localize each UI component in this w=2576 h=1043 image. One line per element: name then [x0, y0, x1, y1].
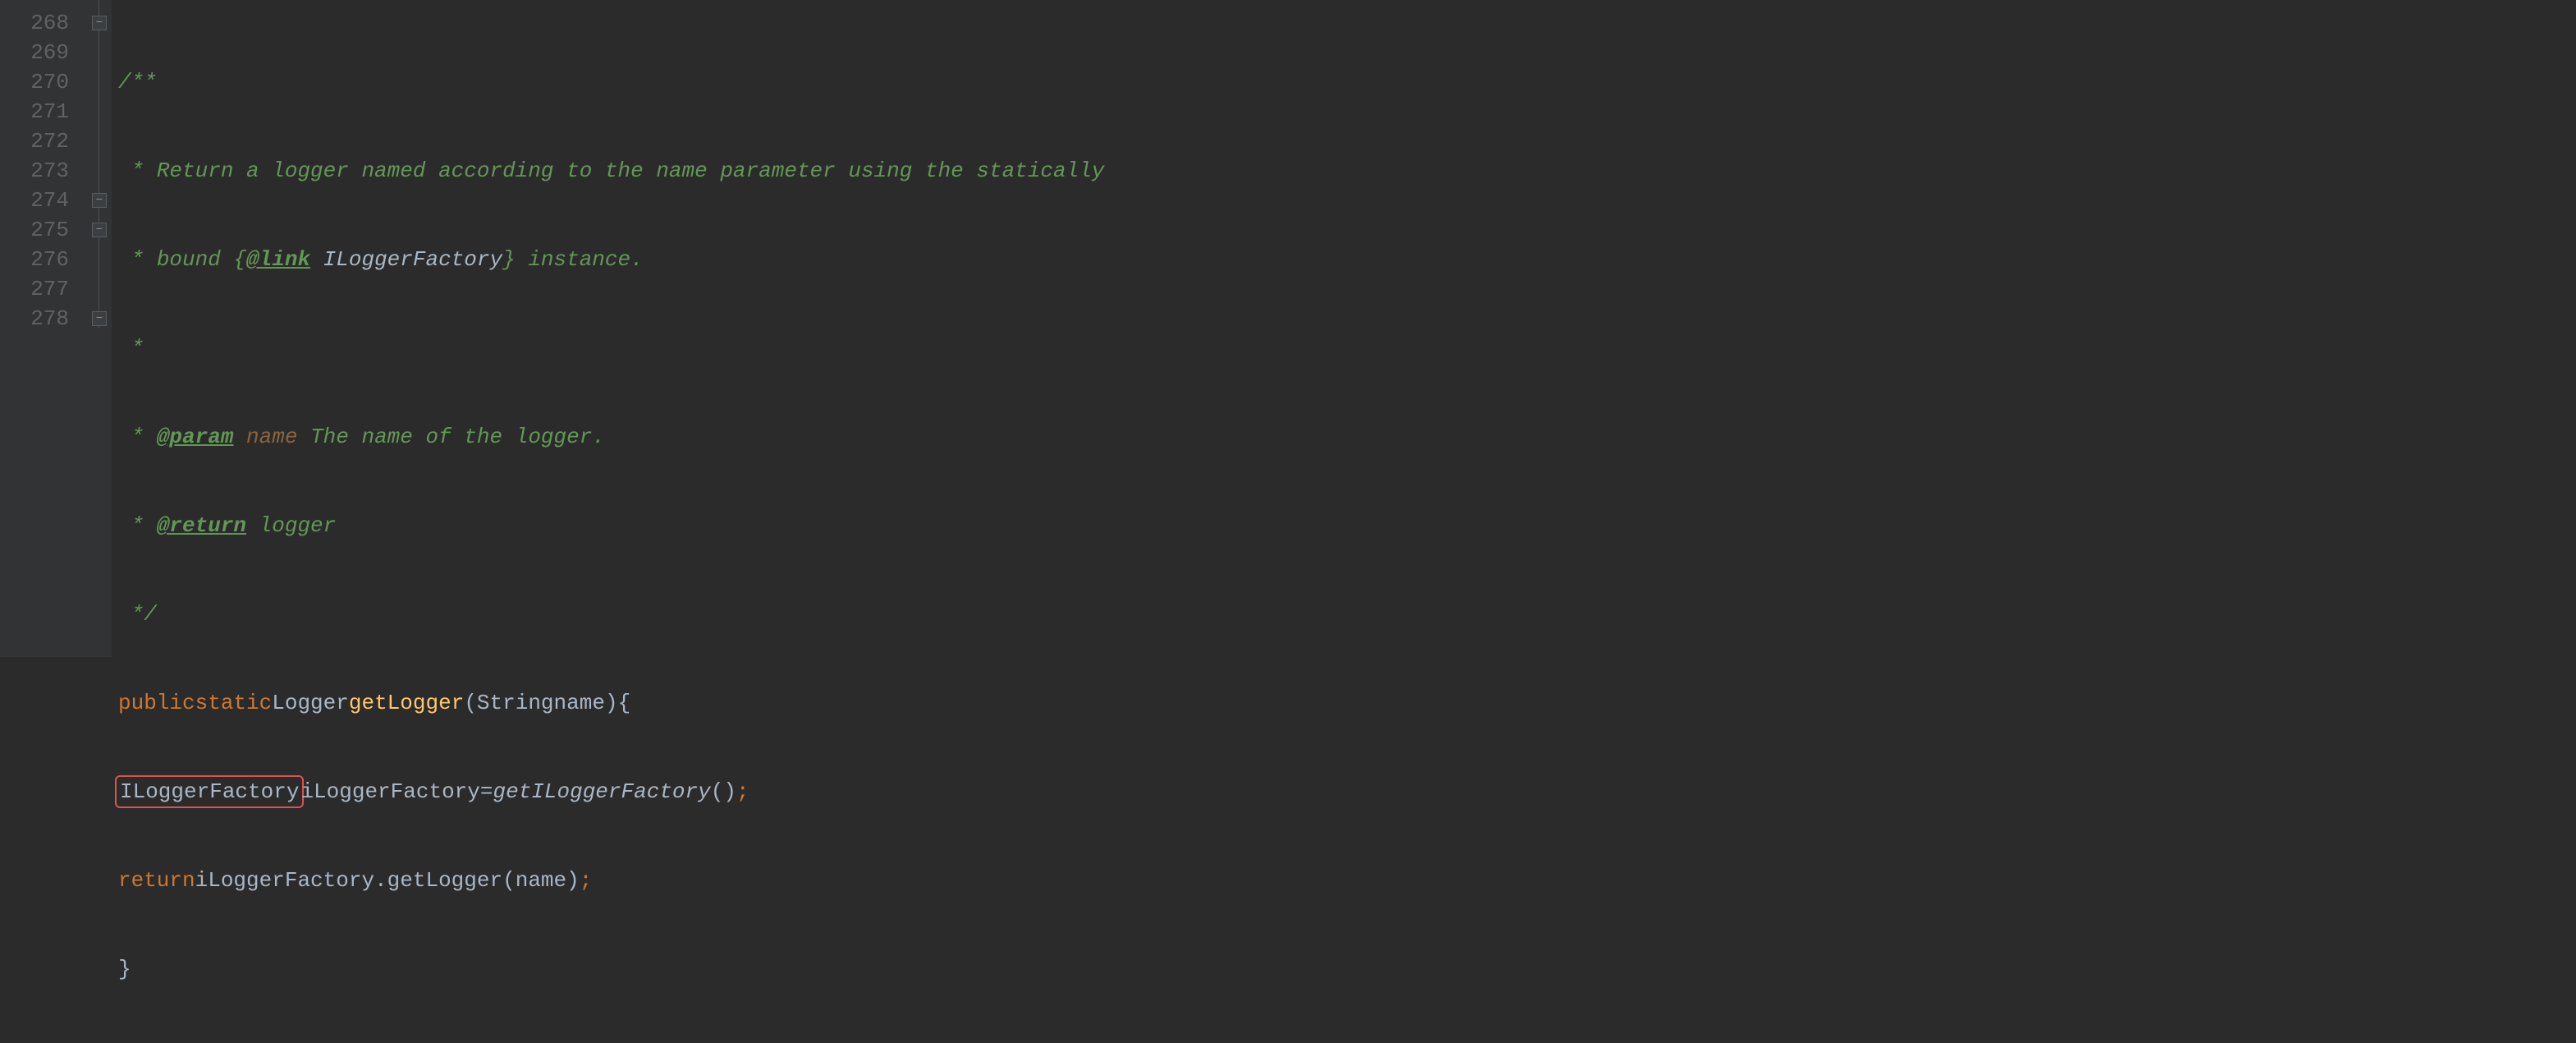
doc-comment-close: */ [118, 600, 157, 629]
line-number[interactable]: 277 [0, 274, 89, 304]
method-call: getLogger [387, 866, 502, 895]
code-line: public static Logger getLogger(String na… [118, 688, 2576, 718]
doc-comment-star: * [118, 333, 144, 363]
code-line: */ [118, 600, 2576, 629]
highlighted-type[interactable]: ILoggerFactory [115, 775, 304, 808]
doc-comment-text: } instance. [502, 245, 644, 274]
method-name: getLogger [349, 688, 464, 718]
doc-comment-open: /** [118, 67, 157, 97]
code-line: * Return a logger named according to the… [118, 156, 2576, 186]
var-ref: iLoggerFactory [195, 866, 374, 895]
line-number[interactable]: 269 [0, 38, 89, 67]
doc-param-tag: @param [157, 422, 234, 452]
doc-link-type: ILoggerFactory [323, 245, 502, 274]
code-line: } [118, 954, 2576, 984]
line-number[interactable]: 271 [0, 97, 89, 126]
line-number[interactable]: 272 [0, 126, 89, 156]
doc-return-tag: @return [157, 511, 246, 540]
code-line: return iLoggerFactory.getLogger(name); [118, 866, 2576, 895]
param-name: name [554, 688, 605, 718]
var-name: iLoggerFactory [300, 777, 479, 806]
static-method-call: getILoggerFactory [493, 777, 710, 806]
param-type: String [477, 688, 554, 718]
var-type: ILoggerFactory [120, 779, 299, 804]
code-line: * @return logger [118, 511, 2576, 540]
line-number[interactable]: 273 [0, 156, 89, 186]
doc-comment-star: * [118, 156, 157, 186]
line-number[interactable]: 274 [0, 186, 89, 215]
code-line: * [118, 333, 2576, 363]
return-type: Logger [272, 688, 349, 718]
arg-ref: name [516, 866, 566, 895]
code-area[interactable]: /** * Return a logger named according to… [112, 0, 2576, 657]
keyword-public: public [118, 688, 195, 718]
doc-comment-text: The name of the logger. [297, 422, 604, 452]
doc-comment-text: Return a logger named according to the n… [157, 156, 1105, 186]
doc-param-name: name [246, 422, 297, 452]
keyword-static: static [195, 688, 273, 718]
doc-comment-star: * [118, 422, 157, 452]
line-number[interactable]: 268 [0, 8, 89, 38]
fold-toggle-icon[interactable]: − [92, 223, 107, 237]
code-line: * bound {@link ILoggerFactory} instance. [118, 245, 2576, 274]
line-number[interactable]: 276 [0, 245, 89, 274]
doc-comment-text: bound { [157, 245, 246, 274]
doc-link-tag: @link [246, 245, 310, 274]
code-line: * @param name The name of the logger. [118, 422, 2576, 452]
code-editor: 268 269 270 271 272 273 274 275 276 277 … [0, 0, 2576, 657]
doc-comment-text: logger [246, 511, 336, 540]
fold-toggle-icon[interactable]: − [92, 311, 107, 326]
fold-toggle-icon[interactable]: − [92, 16, 107, 30]
fold-column: − − − − [89, 0, 112, 657]
line-number[interactable]: 270 [0, 67, 89, 97]
doc-comment-star: * [118, 511, 157, 540]
code-line: /** [118, 67, 2576, 97]
gutter: 268 269 270 271 272 273 274 275 276 277 … [0, 0, 89, 657]
line-number[interactable]: 275 [0, 215, 89, 245]
fold-toggle-icon[interactable]: − [92, 193, 107, 208]
line-number[interactable]: 278 [0, 304, 89, 333]
doc-comment-star: * [118, 245, 157, 274]
keyword-return: return [118, 866, 195, 895]
code-line: ILoggerFactory iLoggerFactory = getILogg… [118, 777, 2576, 806]
